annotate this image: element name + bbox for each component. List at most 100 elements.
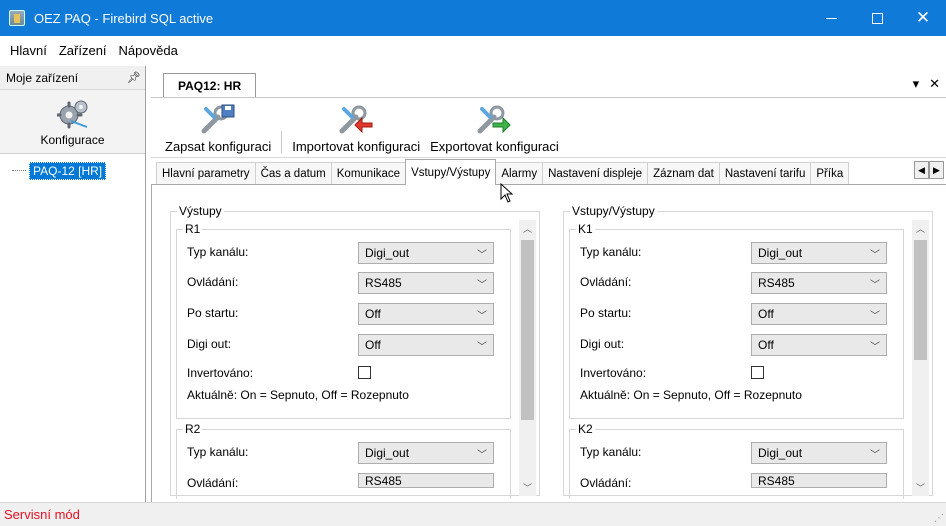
scroll-down-icon[interactable]: ﹀ [912, 479, 929, 496]
r1-typ-kanalu-select[interactable]: Digi_out ﹀ [358, 242, 494, 264]
import-config-label: Importovat konfiguraci [292, 139, 421, 154]
resize-grip-icon[interactable]: ⋰ [934, 513, 944, 524]
document-area: PAQ12: HR ▾ ✕ Zapsat konfiguraci Importo… [151, 66, 946, 502]
export-config-button[interactable]: Exportovat konfiguraci [430, 103, 559, 157]
r1-po-startu-label: Po startu: [187, 306, 239, 320]
chevron-down-icon: ﹀ [870, 250, 880, 261]
chevron-down-icon: ﹀ [477, 342, 487, 353]
k1-invertovano-checkbox[interactable] [751, 366, 764, 379]
wrench-import-icon [339, 105, 373, 134]
k2-ovladani-select[interactable]: RS485 [751, 473, 887, 488]
tab-vstupy-vystupy[interactable]: Vstupy/Výstupy [405, 159, 497, 185]
tab-scroll-left-icon[interactable]: ◀ [914, 161, 929, 179]
minimize-button[interactable] [808, 0, 854, 36]
menu-zarizeni[interactable]: Zařízení [53, 43, 113, 58]
chevron-down-icon: ﹀ [477, 280, 487, 291]
k1-po-startu-select[interactable]: Off ﹀ [751, 303, 887, 325]
outputs-scrollbar[interactable]: ︿ ﹀ [519, 220, 536, 496]
import-config-button[interactable]: Importovat konfiguraci [292, 103, 420, 157]
scroll-up-icon[interactable]: ︿ [519, 220, 536, 237]
close-icon: ✕ [915, 8, 931, 27]
menu-bar: Hlavní Zařízení Nápověda [0, 36, 946, 66]
dropdown-icon[interactable]: ▾ [913, 76, 920, 92]
chevron-down-icon: ﹀ [870, 280, 880, 291]
configuration-button[interactable]: Konfigurace [0, 90, 145, 154]
chevron-down-icon: ﹀ [870, 342, 880, 353]
io-content: Výstupy R1 Typ kanálu: Digi_out ﹀ Ovládán… [151, 185, 946, 502]
k1-title: K1 [576, 222, 595, 236]
menu-hlavni[interactable]: Hlavní [4, 43, 53, 58]
r2-typ-kanalu-select[interactable]: Digi_out ﹀ [358, 442, 494, 464]
save-config-button[interactable]: Zapsat konfiguraci [165, 103, 271, 157]
chevron-down-icon: ﹀ [870, 311, 880, 322]
chevron-down-icon: ﹀ [477, 311, 487, 322]
r2-ovladani-label: Ovládání: [187, 476, 239, 488]
k2-title: K2 [576, 422, 595, 436]
tab-zaznam-dat[interactable]: Záznam dat [647, 162, 720, 184]
k2-ovladani-label: Ovládání: [580, 476, 632, 488]
r1-digi-out-label: Digi out: [187, 337, 232, 351]
tab-komunikace[interactable]: Komunikace [330, 162, 407, 184]
menu-napoveda[interactable]: Nápověda [113, 43, 184, 58]
pin-icon[interactable]: 📌︎ [127, 71, 141, 84]
tab-cas-a-datum[interactable]: Čas a datum [254, 162, 332, 184]
r1-digi-out-value: Off [365, 338, 381, 352]
k1-digi-out-select[interactable]: Off ﹀ [751, 334, 887, 356]
chevron-down-icon: ﹀ [870, 450, 880, 461]
k2-group: K2 Typ kanálu: Digi_out ﹀ Ovládání: RS485 [569, 422, 904, 499]
k2-typ-kanalu-select[interactable]: Digi_out ﹀ [751, 442, 887, 464]
scroll-down-icon[interactable]: ﹀ [519, 479, 536, 496]
r1-invertovano-checkbox[interactable] [358, 366, 371, 379]
scroll-thumb[interactable] [521, 240, 534, 420]
window-title: OEZ PAQ - Firebird SQL active [34, 10, 214, 26]
k1-typ-kanalu-select[interactable]: Digi_out ﹀ [751, 242, 887, 264]
k2-ovladani-value: RS485 [758, 474, 795, 488]
r1-group: R1 Typ kanálu: Digi_out ﹀ Ovládání: RS485… [176, 222, 511, 419]
maximize-icon [871, 12, 883, 24]
panel-header: Moje zařízení 📌︎ [0, 66, 145, 90]
r1-typ-kanalu-value: Digi_out [365, 246, 410, 260]
r1-ovladani-select[interactable]: RS485 ﹀ [358, 272, 494, 294]
document-tab[interactable]: PAQ12: HR [163, 73, 257, 97]
io-scrollbar[interactable]: ︿ ﹀ [912, 220, 929, 496]
close-document-icon[interactable]: ✕ [929, 76, 940, 92]
chevron-down-icon: ﹀ [477, 250, 487, 261]
k1-digi-out-label: Digi out: [580, 337, 625, 351]
close-button[interactable]: ✕ [900, 0, 946, 36]
scroll-up-icon[interactable]: ︿ [912, 220, 929, 237]
io-group-title: Vstupy/Výstupy [570, 204, 657, 218]
wrench-save-icon [201, 104, 235, 134]
r2-typ-kanalu-label: Typ kanálu: [187, 445, 249, 459]
r1-digi-out-select[interactable]: Off ﹀ [358, 334, 494, 356]
save-config-label: Zapsat konfiguraci [165, 139, 272, 154]
scroll-thumb[interactable] [914, 240, 927, 360]
k1-po-startu-label: Po startu: [580, 306, 632, 320]
r1-status-text: Aktuálně: On = Sepnuto, Off = Rozepnuto [187, 388, 409, 402]
tab-hlavni-parametry[interactable]: Hlavní parametry [156, 162, 256, 184]
tab-alarmy[interactable]: Alarmy [495, 162, 544, 184]
tab-nastaveni-displeje[interactable]: Nastavení displeje [542, 162, 649, 184]
r2-ovladani-select[interactable]: RS485 [358, 473, 494, 488]
k1-typ-kanalu-label: Typ kanálu: [580, 245, 642, 259]
k1-ovladani-select[interactable]: RS485 ﹀ [751, 272, 887, 294]
r2-group: R2 Typ kanálu: Digi_out ﹀ Ovládání: RS485 [176, 422, 511, 499]
devices-panel: Moje zařízení 📌︎ Konfigurace PAQ-12 [HR] [0, 66, 146, 502]
wrench-export-icon [477, 105, 512, 134]
export-config-label: Exportovat konfiguraci [430, 139, 559, 154]
k1-ovladani-label: Ovládání: [580, 275, 632, 289]
tree-item-device[interactable]: PAQ-12 [HR] [12, 161, 107, 180]
k1-typ-kanalu-value: Digi_out [758, 246, 803, 260]
r1-po-startu-select[interactable]: Off ﹀ [358, 303, 494, 325]
tab-prikazy[interactable]: Příka [810, 162, 850, 184]
k1-status-text: Aktuálně: On = Sepnuto, Off = Rozepnuto [580, 388, 802, 402]
maximize-button[interactable] [854, 0, 900, 36]
r1-po-startu-value: Off [365, 307, 381, 321]
minimize-icon [825, 17, 837, 19]
r1-title: R1 [183, 222, 203, 236]
k1-group: K1 Typ kanálu: Digi_out ﹀ Ovládání: RS485… [569, 222, 904, 419]
tree-line [12, 170, 26, 171]
tab-scroll-right-icon[interactable]: ▶ [929, 161, 944, 179]
title-bar: OEZ PAQ - Firebird SQL active ✕ [0, 0, 946, 36]
r1-ovladani-value: RS485 [365, 276, 402, 290]
tab-nastaveni-tarifu[interactable]: Nastavení tarifu [718, 162, 812, 184]
